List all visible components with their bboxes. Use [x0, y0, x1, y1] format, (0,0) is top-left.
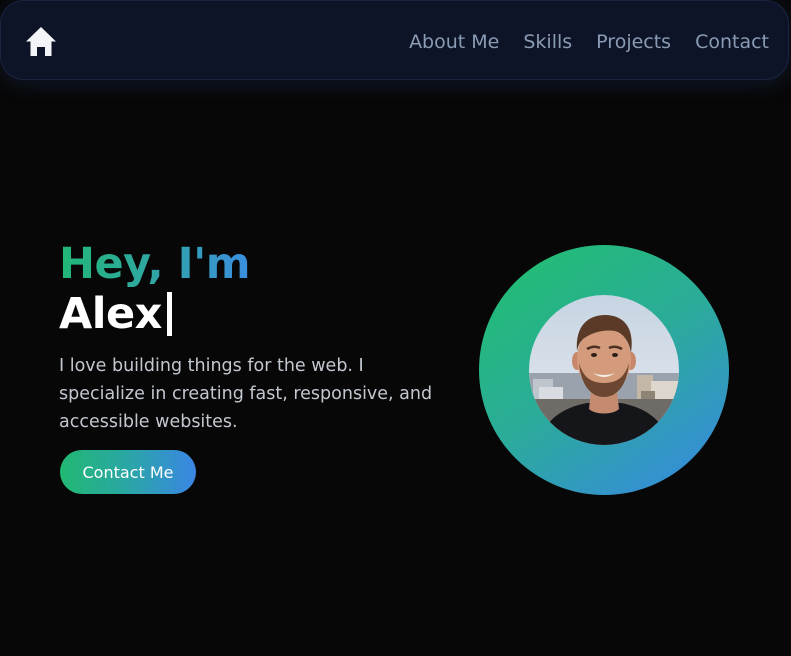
- home-icon: [26, 27, 56, 56]
- page: About Me Skills Projects Contact Hey, I'…: [0, 0, 791, 656]
- nav-link-skills[interactable]: Skills: [523, 28, 572, 56]
- navbar: About Me Skills Projects Contact: [0, 0, 789, 80]
- hero-name-row: Alex: [59, 287, 172, 341]
- nav-link-about-me[interactable]: About Me: [409, 28, 499, 56]
- hero-description: I love building things for the web. I sp…: [59, 356, 433, 432]
- typing-cursor: [166, 292, 172, 336]
- contact-me-button[interactable]: Contact Me: [60, 450, 196, 494]
- avatar-photo-illustration: [529, 295, 679, 445]
- nav-links: About Me Skills Projects Contact: [409, 28, 769, 56]
- avatar: [529, 295, 679, 445]
- avatar-ring: [479, 245, 729, 495]
- hero-name: Alex: [59, 289, 162, 339]
- nav-link-contact[interactable]: Contact: [695, 28, 769, 56]
- home-link[interactable]: [24, 25, 58, 59]
- nav-link-projects[interactable]: Projects: [596, 28, 671, 56]
- hero-greeting: Hey, I'm: [59, 239, 251, 289]
